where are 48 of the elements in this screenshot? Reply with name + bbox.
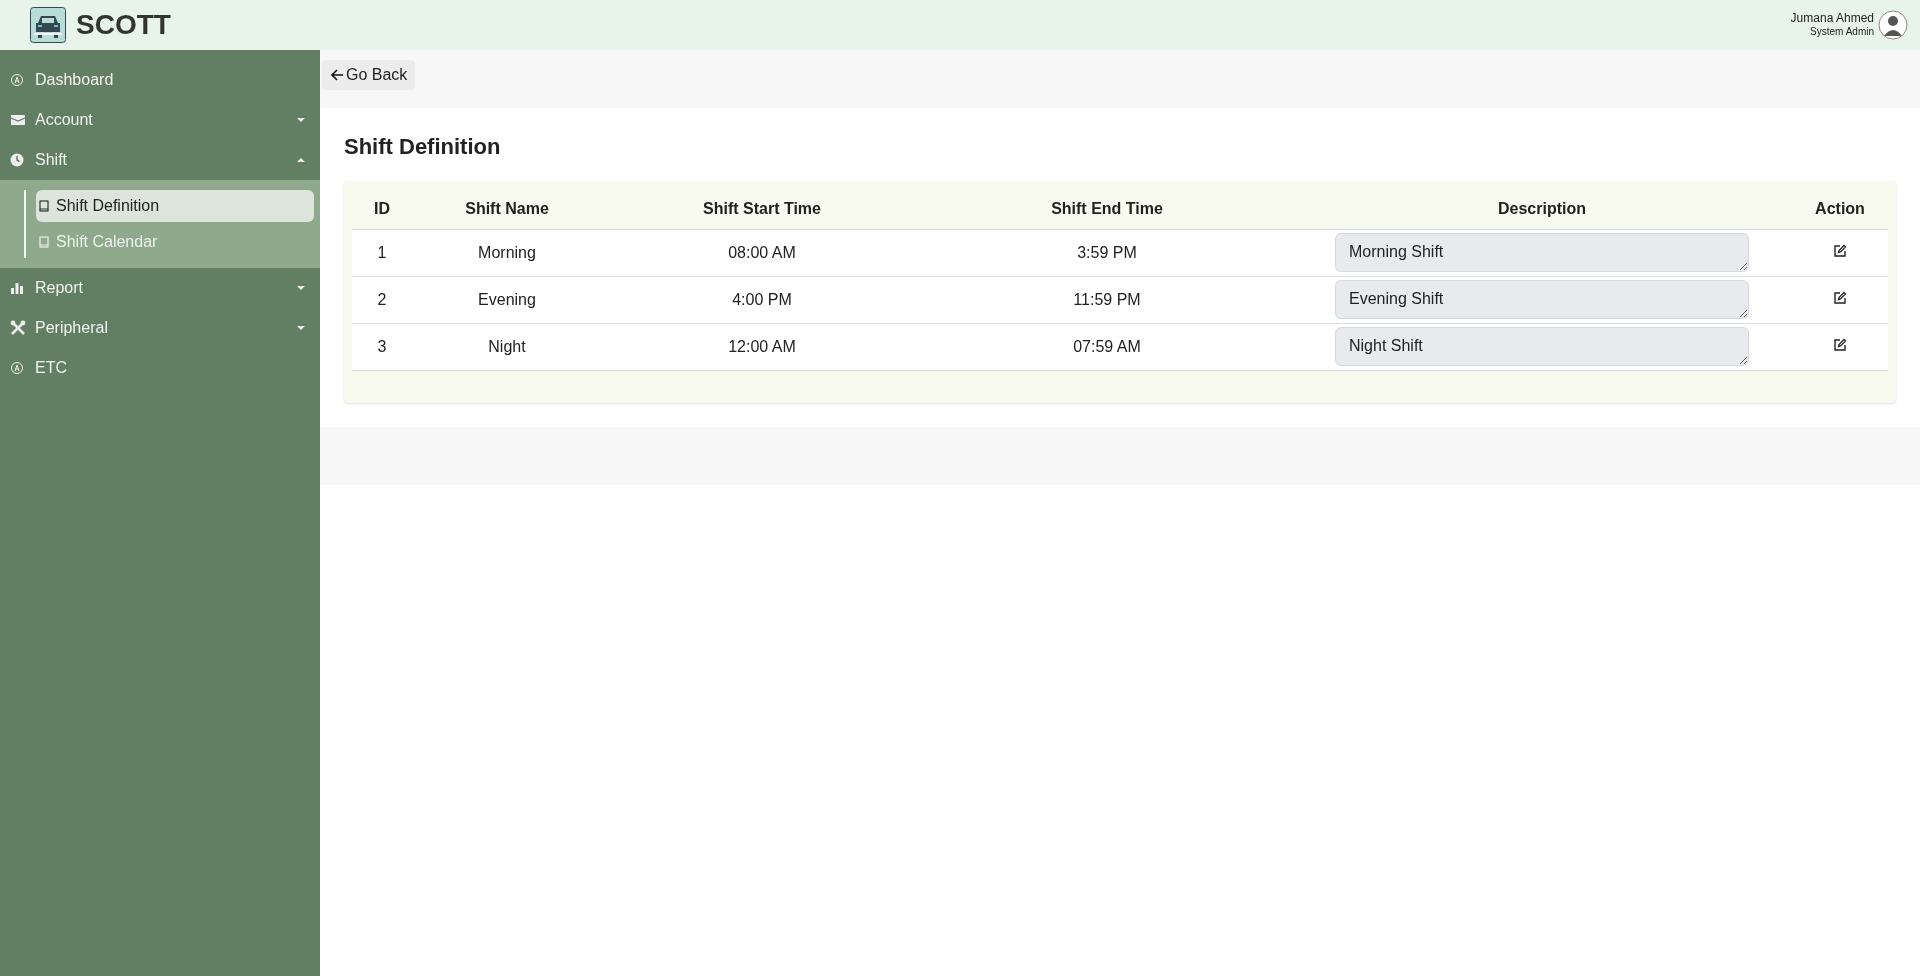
table-cell: 3 xyxy=(377,337,387,355)
brand-name: SCOTT xyxy=(76,8,171,42)
avatar-icon[interactable] xyxy=(1878,10,1908,40)
column-header: Shift Name xyxy=(465,199,549,217)
column-header: Action xyxy=(1815,199,1865,217)
sidebar-item[interactable]: Dashboard xyxy=(0,60,320,100)
sidebar-item[interactable]: Report xyxy=(0,268,320,308)
edit-icon[interactable] xyxy=(1833,290,1847,305)
arrow-left-icon xyxy=(330,68,344,82)
gauge-icon xyxy=(10,73,24,87)
edit-icon[interactable] xyxy=(1833,337,1847,352)
table-cell: Morning xyxy=(478,243,536,261)
envelope-icon xyxy=(10,113,26,127)
go-back-button[interactable]: Go Back xyxy=(322,60,416,90)
sidebar-subitem[interactable]: Shift Calendar xyxy=(36,226,314,258)
page-title: Shift Definition xyxy=(344,133,502,161)
table-cell: 3:59 PM xyxy=(1077,243,1137,261)
sidebar-item[interactable]: Peripheral xyxy=(0,308,320,348)
table-cell: 07:59 AM xyxy=(1073,337,1141,355)
user-name: Jumana Ahmed xyxy=(1790,11,1874,27)
edit-icon[interactable] xyxy=(1833,243,1847,258)
description-field[interactable]: Night Shift xyxy=(1335,327,1749,366)
sidebar-item[interactable]: ETC xyxy=(0,348,320,388)
table-cell: 2 xyxy=(377,290,387,308)
clock-icon xyxy=(10,153,24,167)
book-icon xyxy=(38,236,50,248)
column-header: Description xyxy=(1498,199,1586,217)
description-field[interactable]: Evening Shift xyxy=(1335,280,1749,319)
table-cell: 1 xyxy=(377,243,387,261)
table-cell: 4:00 PM xyxy=(732,290,792,308)
table-cell: 12:00 AM xyxy=(728,337,796,355)
sidebar-subitem[interactable]: Shift Definition xyxy=(36,190,314,222)
table-cell: Evening xyxy=(478,290,536,308)
table-cell: 08:00 AM xyxy=(728,243,796,261)
description-field[interactable]: Morning Shift xyxy=(1335,233,1749,272)
table-cell: 11:59 PM xyxy=(1073,290,1141,308)
gauge-icon xyxy=(10,361,24,375)
column-header: Shift End Time xyxy=(1051,199,1163,217)
tools-icon xyxy=(10,320,26,336)
user-role: System Admin xyxy=(1810,26,1874,39)
car-logo-icon xyxy=(30,7,66,43)
sidebar-item[interactable]: Account xyxy=(0,100,320,140)
column-header: Shift Start Time xyxy=(703,199,821,217)
book-icon xyxy=(38,200,50,212)
sidebar-item[interactable]: Shift xyxy=(0,140,320,180)
column-header: ID xyxy=(374,199,390,217)
bar-chart-icon xyxy=(10,281,24,295)
table-cell: Night xyxy=(488,337,526,355)
